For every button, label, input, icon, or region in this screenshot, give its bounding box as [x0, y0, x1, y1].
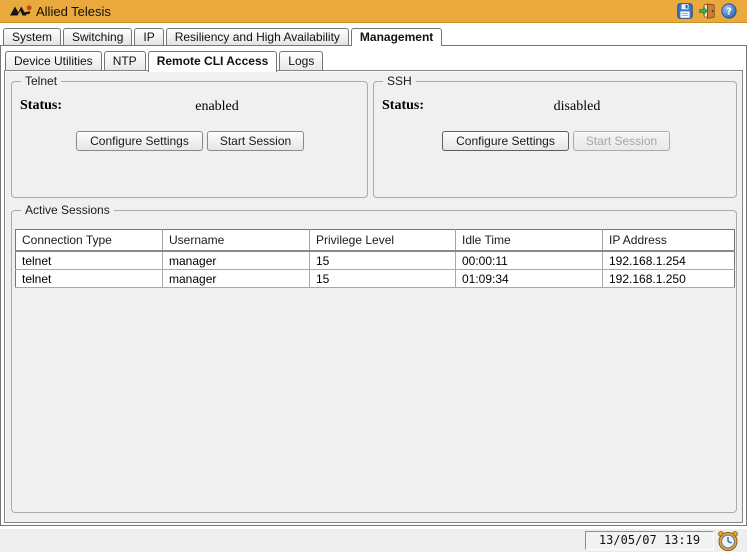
- logout-icon[interactable]: [699, 3, 715, 19]
- svg-text:?: ?: [726, 7, 732, 18]
- column-header-connection-type: Connection Type: [16, 230, 163, 252]
- cell-username: manager: [163, 270, 310, 288]
- cell-idle-time: 00:00:11: [456, 251, 603, 270]
- cell-privilege-level: 15: [310, 270, 456, 288]
- tab-ip[interactable]: IP: [134, 28, 163, 45]
- tab-ntp[interactable]: NTP: [104, 51, 146, 70]
- column-header-ip-address: IP Address: [603, 230, 735, 252]
- tab-system[interactable]: System: [3, 28, 61, 45]
- remote-cli-access-panel: Telnet Status: enabled Configure Setting…: [4, 70, 743, 523]
- telnet-buttons: Configure Settings Start Session: [76, 131, 304, 151]
- table-row[interactable]: telnet manager 15 00:00:11 192.168.1.254: [16, 251, 735, 270]
- column-header-username: Username: [163, 230, 310, 252]
- cell-ip-address: 192.168.1.250: [603, 270, 735, 288]
- main-tab-bar: System Switching IP Resiliency and High …: [3, 28, 444, 46]
- cell-ip-address: 192.168.1.254: [603, 251, 735, 270]
- sub-tab-bar: Device Utilities NTP Remote CLI Access L…: [5, 51, 325, 72]
- tab-remote-cli-access[interactable]: Remote CLI Access: [148, 51, 278, 72]
- active-sessions-legend: Active Sessions: [21, 203, 114, 218]
- ssh-legend: SSH: [383, 74, 416, 89]
- management-panel: Device Utilities NTP Remote CLI Access L…: [0, 45, 747, 526]
- clock-icon[interactable]: [716, 529, 740, 552]
- ssh-status-value: disabled: [507, 99, 647, 115]
- column-header-privilege-level: Privilege Level: [310, 230, 456, 252]
- ssh-groupbox: SSH Status: disabled Configure Settings …: [373, 81, 737, 198]
- tab-logs[interactable]: Logs: [279, 51, 323, 70]
- table-row[interactable]: telnet manager 15 01:09:34 192.168.1.250: [16, 270, 735, 288]
- telnet-legend: Telnet: [21, 74, 61, 89]
- telnet-status-value: enabled: [152, 99, 282, 115]
- telnet-groupbox: Telnet Status: enabled Configure Setting…: [11, 81, 368, 198]
- column-header-idle-time: Idle Time: [456, 230, 603, 252]
- cell-connection-type: telnet: [16, 251, 163, 270]
- cell-connection-type: telnet: [16, 270, 163, 288]
- active-sessions-groupbox: Active Sessions Connection Type Username…: [11, 210, 737, 513]
- cell-idle-time: 01:09:34: [456, 270, 603, 288]
- tab-switching[interactable]: Switching: [63, 28, 132, 45]
- save-icon[interactable]: [677, 3, 693, 19]
- ssh-configure-settings-button[interactable]: Configure Settings: [442, 131, 569, 151]
- titlebar: Allied Telesis: [0, 0, 747, 23]
- tab-device-utilities[interactable]: Device Utilities: [5, 51, 102, 70]
- app-title: Allied Telesis: [36, 4, 111, 19]
- ssh-status-label: Status:: [382, 98, 424, 114]
- active-sessions-table: Connection Type Username Privilege Level…: [15, 229, 735, 288]
- table-header-row: Connection Type Username Privilege Level…: [16, 230, 735, 252]
- help-icon[interactable]: ?: [721, 3, 737, 19]
- cell-username: manager: [163, 251, 310, 270]
- cell-privilege-level: 15: [310, 251, 456, 270]
- statusbar: 13/05/07 13:19: [0, 528, 747, 552]
- ssh-start-session-button: Start Session: [573, 131, 670, 151]
- telnet-start-session-button[interactable]: Start Session: [207, 131, 304, 151]
- telnet-configure-settings-button[interactable]: Configure Settings: [76, 131, 203, 151]
- titlebar-actions: ?: [677, 3, 737, 19]
- tab-resiliency-and-high-availability[interactable]: Resiliency and High Availability: [166, 28, 349, 45]
- app-window: Allied Telesis: [0, 0, 747, 552]
- tab-management[interactable]: Management: [351, 28, 442, 46]
- allied-telesis-logo-icon: [9, 4, 33, 18]
- ssh-buttons: Configure Settings Start Session: [442, 131, 670, 151]
- telnet-status-label: Status:: [20, 98, 62, 114]
- datetime-display: 13/05/07 13:19: [585, 531, 714, 550]
